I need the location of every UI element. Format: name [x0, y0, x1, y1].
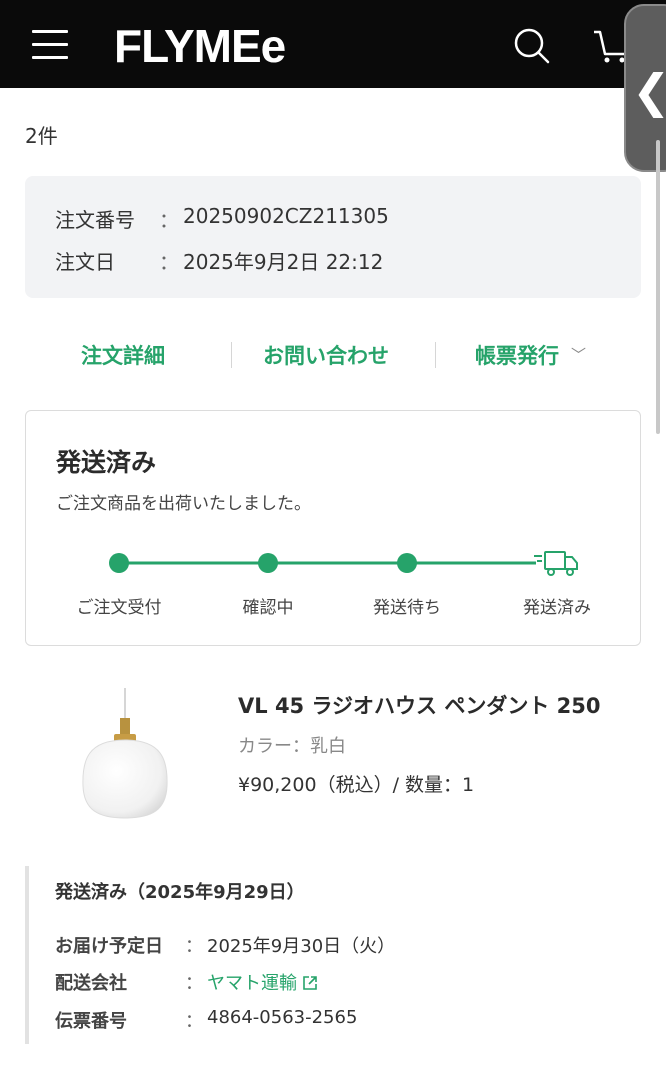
shipping-status-description: ご注文商品を出荷いたしました。: [56, 494, 311, 514]
site-logo[interactable]: FLYMEe: [114, 18, 286, 74]
product-item[interactable]: VL 45 ラジオハウス ペンダント 250 カラー：乳白 ¥90,200（税込…: [0, 680, 666, 830]
separator: ：: [159, 250, 179, 274]
order-number-label: 注文番号: [55, 208, 135, 232]
tracking-number: 4864-0563-2565: [207, 1007, 358, 1028]
eta-value: 2025年9月30日（火）: [207, 936, 396, 957]
separator: ：: [159, 208, 179, 232]
carrier-label: 配送会社: [55, 973, 127, 994]
eta-row: お届け予定日 ： 2025年9月30日（火）: [55, 932, 395, 958]
step-dot-2: [258, 553, 278, 573]
separator: ：: [185, 936, 203, 957]
step-label-3: 発送待ち: [373, 598, 441, 618]
order-date-value: 2025年9月2日 22:12: [183, 250, 384, 274]
order-summary: 注文番号 ： 20250902CZ211305 注文日 ： 2025年9月2日 …: [25, 176, 641, 298]
carrier-row: 配送会社 ： ヤマト運輸: [55, 969, 319, 995]
product-color: カラー：乳白: [238, 736, 346, 757]
delivery-heading: 発送済み（2025年9月29日）: [55, 882, 305, 903]
chevron-down-icon: ﹀: [571, 346, 587, 364]
step-label-2: 確認中: [242, 598, 294, 618]
eta-label: お届け予定日: [55, 936, 163, 957]
progress-line: [109, 551, 578, 576]
shipping-status-title: 発送済み: [56, 448, 157, 477]
contact-link[interactable]: お問い合わせ: [263, 340, 389, 370]
delivery-info: 発送済み（2025年9月29日） お届け予定日 ： 2025年9月30日（火） …: [25, 866, 625, 1044]
order-count: 2件: [25, 124, 58, 148]
divider: [435, 342, 436, 368]
search-icon[interactable]: [512, 26, 552, 66]
order-date-label: 注文日: [55, 250, 115, 274]
order-actions: 注文詳細 お問い合わせ 帳票発行 ﹀: [25, 334, 641, 374]
scrollbar[interactable]: [656, 140, 660, 434]
truck-icon: [534, 551, 578, 576]
separator: ：: [185, 1011, 203, 1032]
step-dot-1: [109, 553, 129, 573]
shipping-status-card: 発送済み ご注文商品を出荷いたしました。 ご注文受付 確認中 発送待ち 発送済み: [25, 410, 641, 646]
menu-icon[interactable]: [32, 30, 68, 60]
order-details-link[interactable]: 注文詳細: [81, 340, 165, 370]
order-number-row: 注文番号 ： 20250902CZ211305: [55, 204, 389, 233]
tracking-label: 伝票番号: [55, 1011, 127, 1032]
invoice-dropdown[interactable]: 帳票発行 ﹀: [475, 340, 586, 370]
chevron-left-icon: ❮: [632, 66, 666, 116]
top-header: FLYMEe: [0, 0, 666, 88]
product-image[interactable]: [70, 688, 180, 828]
order-date-row: 注文日 ： 2025年9月2日 22:12: [55, 246, 383, 275]
tracking-row: 伝票番号 ： 4864-0563-2565: [55, 1007, 357, 1033]
separator: ：: [185, 973, 203, 994]
external-link-icon: [303, 976, 317, 990]
divider: [231, 342, 232, 368]
step-dot-3: [397, 553, 417, 573]
order-number-value: 20250902CZ211305: [183, 204, 389, 228]
invoice-label: 帳票発行: [475, 344, 559, 368]
step-label-1: ご注文受付: [76, 598, 162, 618]
step-label-4: 発送済み: [523, 598, 591, 618]
product-price-quantity: ¥90,200（税込）/ 数量：1: [238, 774, 475, 796]
carrier-name: ヤマト運輸: [207, 973, 297, 994]
carrier-link[interactable]: ヤマト運輸: [207, 969, 319, 995]
progress-tracker: ご注文受付 確認中 発送待ち 発送済み: [26, 541, 642, 631]
product-name[interactable]: VL 45 ラジオハウス ペンダント 250: [238, 690, 601, 720]
